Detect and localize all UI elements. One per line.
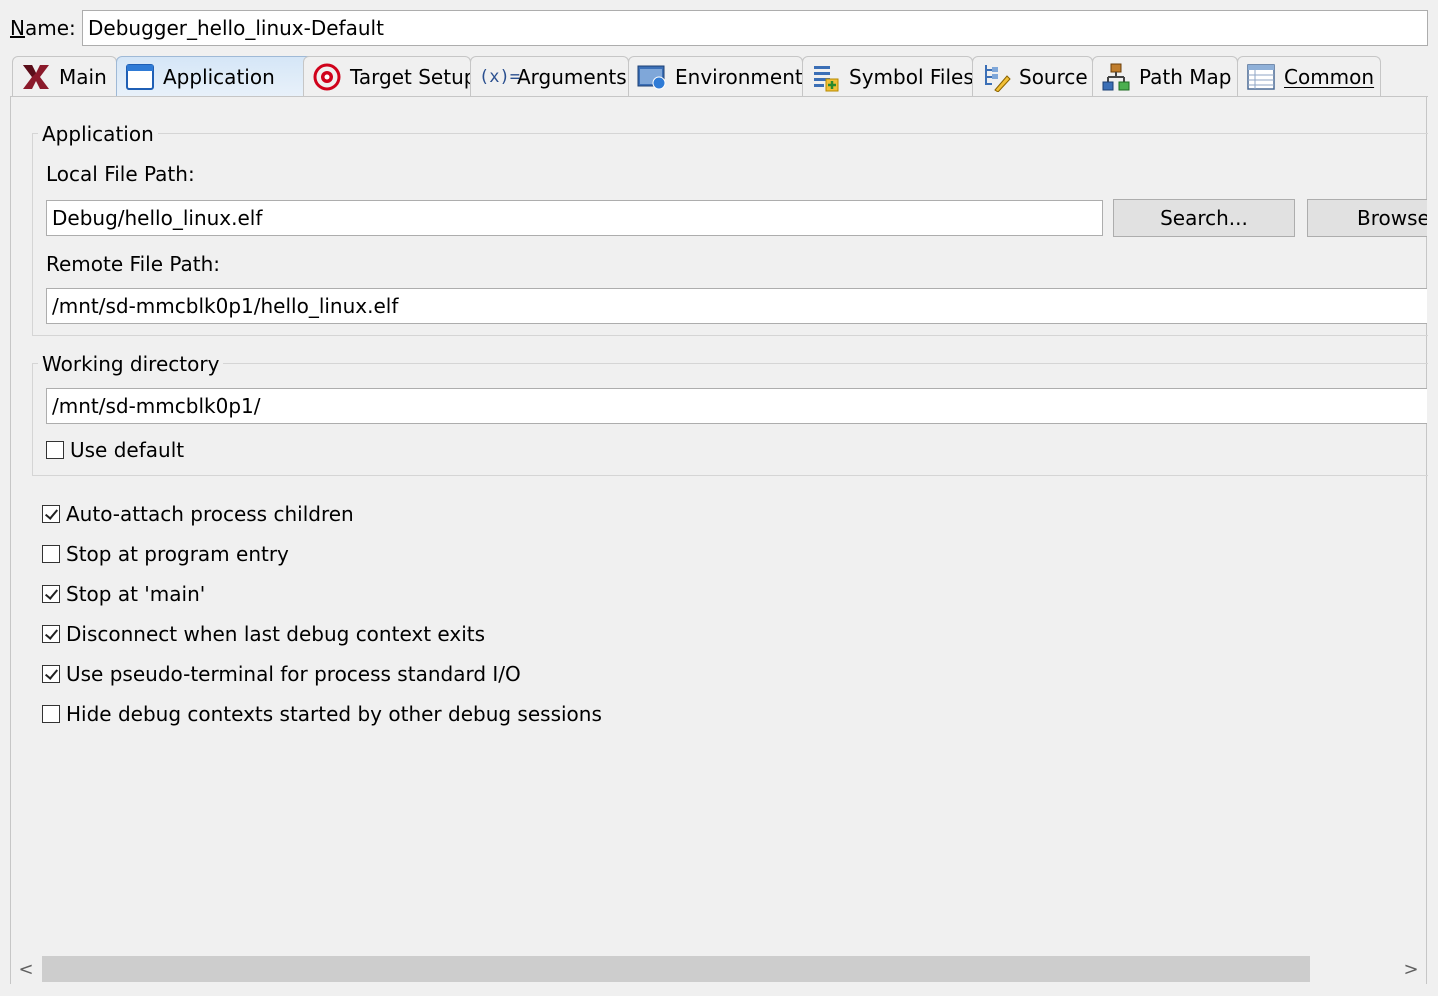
tab-application[interactable]: Application [116, 56, 314, 96]
common-table-icon [1246, 62, 1276, 92]
scrollbar-thumb[interactable] [42, 956, 1310, 982]
remote-file-path-label: Remote File Path: [46, 252, 221, 276]
checkbox-box[interactable] [42, 505, 60, 523]
use-default-checkbox[interactable]: Use default [46, 438, 184, 462]
symbol-files-icon [811, 62, 841, 92]
checkbox-box[interactable] [42, 585, 60, 603]
tab-path-map[interactable]: Path Map [1092, 56, 1238, 96]
use-default-label: Use default [70, 438, 185, 462]
auto-attach-checkbox[interactable]: Auto-attach process children [42, 502, 354, 526]
tab-environment[interactable]: Environment [628, 56, 803, 96]
working-directory-title: Working directory [38, 352, 224, 376]
checkbox-box[interactable] [42, 545, 60, 563]
local-file-path-label: Local File Path: [46, 162, 195, 186]
tab-content-panel: Application Local File Path: Search... B… [10, 97, 1428, 984]
tab-arguments[interactable]: (x)= Arguments [470, 56, 629, 96]
local-file-path-input[interactable] [46, 200, 1103, 236]
tab-label: Target Setup [350, 64, 477, 89]
tab-symbol-files[interactable]: Symbol Files [802, 56, 974, 96]
browse-button[interactable]: Browse... [1307, 199, 1427, 237]
scroll-left-icon[interactable]: < [11, 954, 41, 984]
option-label: Stop at 'main' [66, 582, 206, 606]
tab-common[interactable]: Common [1237, 56, 1381, 96]
xilinx-logo-icon [21, 62, 51, 92]
option-label: Disconnect when last debug context exits [66, 622, 486, 646]
remote-file-path-input[interactable] [46, 288, 1427, 324]
horizontal-scrollbar[interactable]: < > [11, 954, 1426, 984]
disconnect-checkbox[interactable]: Disconnect when last debug context exits [42, 622, 485, 646]
application-window-icon [125, 62, 155, 92]
option-label: Auto-attach process children [66, 502, 354, 526]
checkbox-box[interactable] [46, 441, 64, 459]
tab-label: Common [1284, 64, 1375, 89]
tab-label: Application [163, 64, 275, 89]
stop-at-entry-checkbox[interactable]: Stop at program entry [42, 542, 289, 566]
application-group-title: Application [38, 122, 158, 146]
tab-label: Symbol Files [849, 64, 974, 89]
tab-label: Path Map [1139, 64, 1232, 89]
search-button[interactable]: Search... [1113, 199, 1295, 237]
pseudo-terminal-checkbox[interactable]: Use pseudo-terminal for process standard… [42, 662, 521, 686]
tab-label: Main [59, 64, 107, 89]
tab-main[interactable]: Main [12, 56, 117, 96]
checkbox-box[interactable] [42, 665, 60, 683]
path-map-icon [1101, 62, 1131, 92]
tab-label: Arguments [517, 64, 627, 89]
environment-icon [637, 62, 667, 92]
scroll-right-icon[interactable]: > [1396, 954, 1426, 984]
option-label: Stop at program entry [66, 542, 289, 566]
tab-label: Source [1019, 64, 1088, 89]
tab-source[interactable]: Source [972, 56, 1093, 96]
tab-label: Environment [675, 64, 803, 89]
option-label: Use pseudo-terminal for process standard… [66, 662, 521, 686]
hide-debug-contexts-checkbox[interactable]: Hide debug contexts started by other deb… [42, 702, 602, 726]
checkbox-box[interactable] [42, 625, 60, 643]
stop-at-main-checkbox[interactable]: Stop at 'main' [42, 582, 205, 606]
working-directory-input[interactable] [46, 388, 1427, 424]
target-icon [312, 62, 342, 92]
source-lookup-icon [981, 62, 1011, 93]
name-input[interactable] [82, 10, 1428, 46]
option-label: Hide debug contexts started by other deb… [66, 702, 602, 726]
variable-x-icon: (x)= [479, 66, 520, 87]
tab-strip: Main Application Target Setup (x)= Argum… [10, 56, 1428, 97]
name-label: Name: [10, 16, 76, 40]
checkbox-box[interactable] [42, 705, 60, 723]
tab-target-setup[interactable]: Target Setup [303, 56, 476, 96]
